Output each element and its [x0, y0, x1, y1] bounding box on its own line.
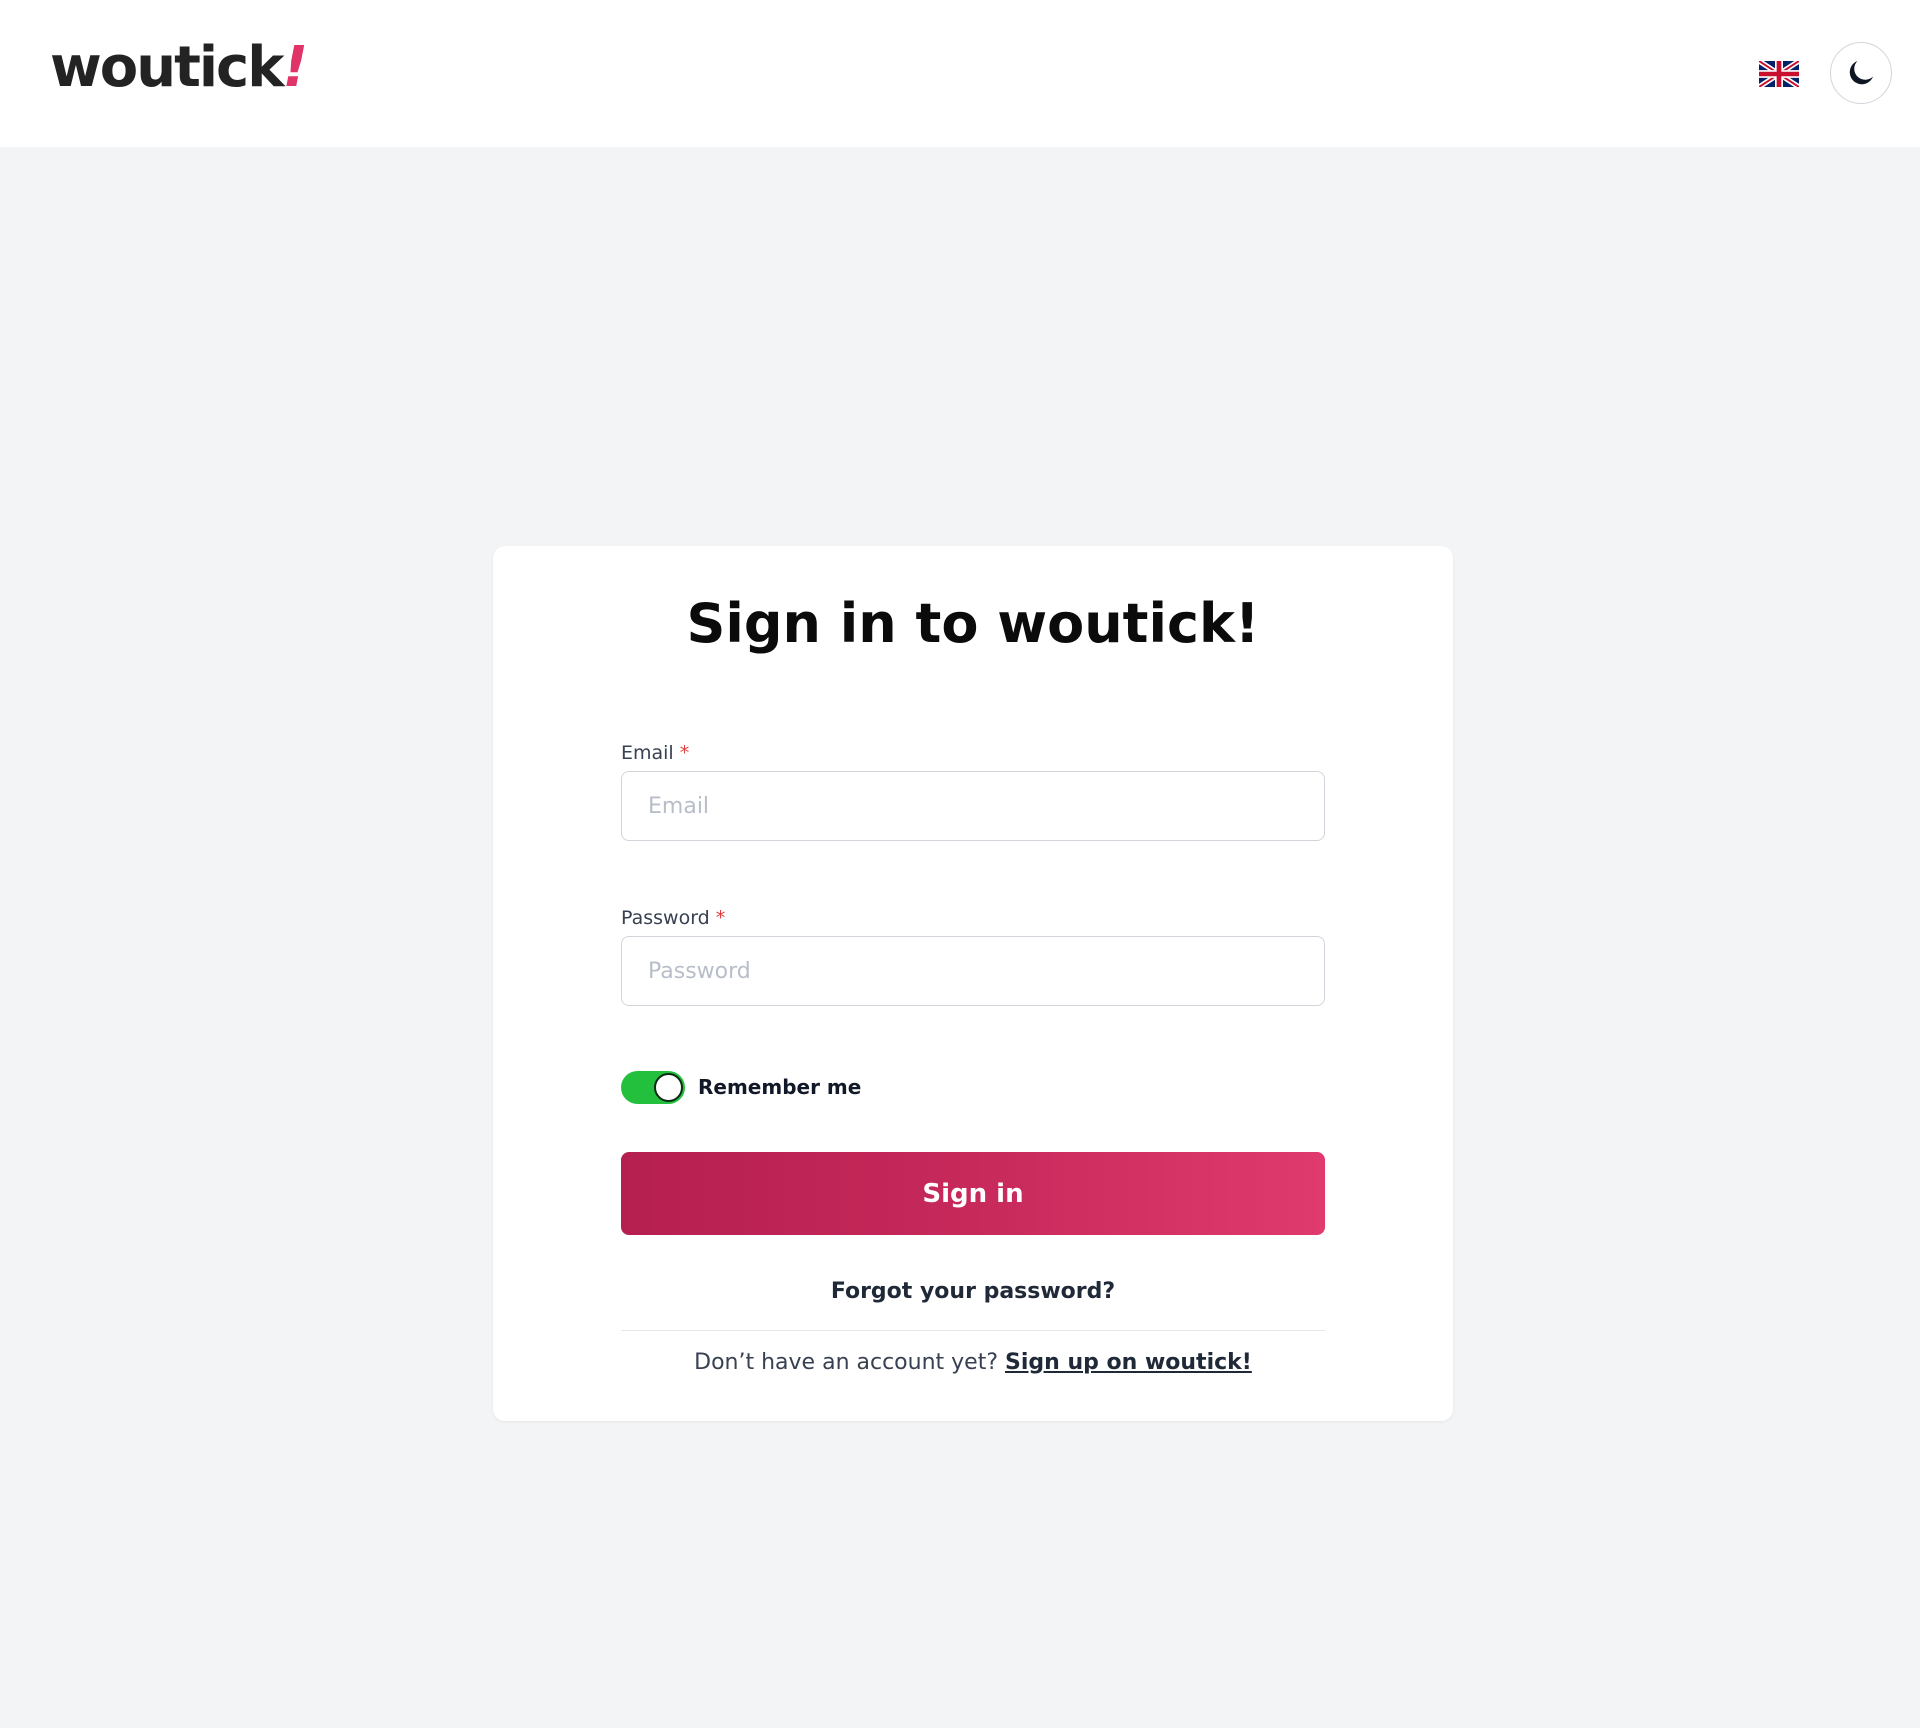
- required-marker: *: [679, 742, 690, 764]
- required-marker: *: [715, 907, 726, 929]
- divider: [621, 1330, 1325, 1331]
- signup-prompt: Don’t have an account yet? Sign up on wo…: [621, 1350, 1325, 1375]
- password-field[interactable]: [621, 936, 1325, 1006]
- page-title: Sign in to woutick!: [686, 592, 1260, 655]
- email-label-text: Email: [621, 742, 674, 764]
- remember-me-toggle[interactable]: [621, 1071, 685, 1104]
- remember-me-label[interactable]: Remember me: [698, 1075, 861, 1099]
- email-label: Email *: [621, 742, 689, 764]
- email-field[interactable]: [621, 771, 1325, 841]
- logo-text: woutick: [50, 35, 284, 100]
- toggle-knob: [654, 1073, 683, 1102]
- sign-in-card: Sign in to woutick! Email* Password* Rem…: [493, 546, 1453, 1421]
- password-label: Password *: [621, 907, 725, 929]
- moon-icon: [1849, 60, 1874, 85]
- password-label-text: Password: [621, 907, 710, 929]
- sign-in-button[interactable]: Sign in: [621, 1152, 1325, 1235]
- logo-mark: !: [282, 35, 308, 100]
- forgot-password-link[interactable]: Forgot your password?: [621, 1279, 1325, 1304]
- woutick-logo[interactable]: woutick!: [50, 40, 308, 96]
- top-bar: woutick!: [0, 0, 1920, 147]
- no-account-text: Don’t have an account yet?: [694, 1350, 998, 1375]
- theme-toggle-button[interactable]: [1830, 42, 1892, 104]
- sign-up-link[interactable]: Sign up on woutick!: [1005, 1350, 1252, 1375]
- uk-flag-icon[interactable]: [1759, 61, 1799, 87]
